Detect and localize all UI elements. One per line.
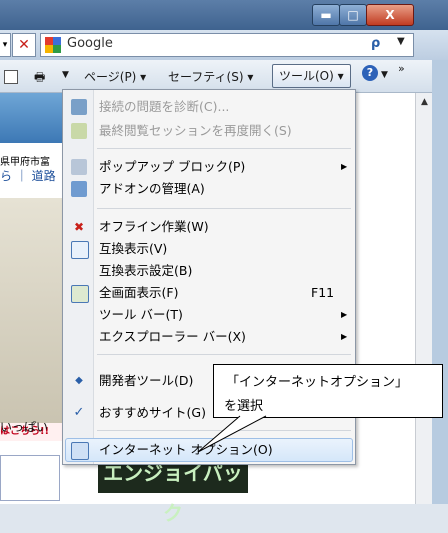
body-text-fragment: いっぱい xyxy=(0,420,49,434)
print-icon[interactable]: 🖶 xyxy=(34,68,45,89)
menu-item-popup-block[interactable]: ポップアップ ブロック(P) xyxy=(99,156,245,178)
page-menu-button[interactable]: ページ(P) ▾ xyxy=(84,68,146,85)
feeds-icon[interactable] xyxy=(4,70,18,84)
submenu-arrow-icon: ▶ xyxy=(341,162,348,171)
stop-button[interactable]: ✕ xyxy=(12,33,36,57)
fullscreen-icon xyxy=(71,285,89,303)
menu-item-manage-addons[interactable]: アドオンの管理(A) xyxy=(99,178,205,200)
search-options-dropdown[interactable]: ▼ xyxy=(397,36,405,47)
help-dropdown-arrow[interactable]: ▼ xyxy=(381,70,388,80)
menu-item-reopen-session: 最終閲覧セッションを再度開く(S) xyxy=(99,123,292,138)
window-frame-right xyxy=(432,60,448,504)
help-icon[interactable]: ? xyxy=(362,65,378,81)
scroll-up-arrow[interactable]: ▲ xyxy=(416,97,433,107)
popup-block-icon xyxy=(71,159,87,175)
menu-separator xyxy=(97,354,351,355)
offline-icon: ✖ xyxy=(73,220,85,234)
site-nav-links[interactable]: ら ｜ 道路 xyxy=(0,167,56,184)
callout-line-2: を選択 xyxy=(224,399,264,414)
internet-options-icon xyxy=(71,442,89,460)
building-photo xyxy=(0,198,68,428)
search-icon[interactable]: ρ xyxy=(371,36,380,51)
google-logo-icon xyxy=(45,37,61,53)
menu-item-developer-tools[interactable]: 開発者ツール(D) xyxy=(99,370,193,392)
site-address-text: 県甲府市富 xyxy=(0,157,50,168)
menu-item-suggested-sites[interactable]: おすすめサイト(G) xyxy=(99,402,206,424)
menu-separator xyxy=(97,208,351,209)
compat-view-icon xyxy=(71,241,89,259)
minimize-button[interactable]: ▬ xyxy=(312,4,340,26)
safety-menu-button[interactable]: セーフティ(S) ▾ xyxy=(168,68,253,85)
submenu-arrow-icon: ▶ xyxy=(341,310,348,319)
menu-item-compat-settings[interactable]: 互換表示設定(B) xyxy=(99,260,192,282)
menu-item-fullscreen[interactable]: 全画面表示(F) xyxy=(99,282,178,304)
submenu-arrow-icon: ▶ xyxy=(341,332,348,341)
menu-item-toolbars[interactable]: ツール バー(T) xyxy=(99,304,183,326)
more-commands-chevron[interactable]: » xyxy=(398,62,405,75)
vertical-scrollbar[interactable]: ▲ xyxy=(415,93,433,504)
fullscreen-shortcut: F11 xyxy=(311,285,335,300)
callout-line-1: 「インターネットオプション」 xyxy=(226,375,409,390)
addon-icon xyxy=(71,181,87,197)
maximize-button[interactable]: □ xyxy=(339,4,367,26)
menu-item-compat-view[interactable]: 互換表示(V) xyxy=(99,238,167,260)
address-row: ▾ ✕ Google ρ ▼ xyxy=(0,30,448,60)
menu-item-work-offline[interactable]: オフライン作業(W) xyxy=(99,216,209,238)
instruction-callout: 「インターネットオプション」 を選択 xyxy=(213,364,443,418)
developer-tools-icon: ◆ xyxy=(75,375,83,386)
content-box xyxy=(0,455,60,501)
tools-menu-button[interactable]: ツール(O) ▾ xyxy=(272,64,351,88)
menu-item-explorer-bars[interactable]: エクスプローラー バー(X) xyxy=(99,326,246,348)
diagnose-icon xyxy=(71,99,87,115)
print-dropdown-arrow[interactable]: ▼ xyxy=(62,70,69,80)
callout-pointer xyxy=(197,415,267,453)
window-titlebar: ▬ □ X xyxy=(0,0,448,30)
search-provider-text: Google xyxy=(67,36,113,51)
address-dropdown-arrow[interactable]: ▾ xyxy=(0,33,11,57)
menu-item-diagnose: 接続の問題を診断(C)... xyxy=(99,99,230,114)
menu-separator xyxy=(97,148,351,149)
reopen-session-icon xyxy=(71,123,87,139)
close-button[interactable]: X xyxy=(366,4,414,26)
checkmark-icon: ✓ xyxy=(73,405,85,420)
search-input[interactable]: Google ρ ▼ xyxy=(40,33,414,57)
